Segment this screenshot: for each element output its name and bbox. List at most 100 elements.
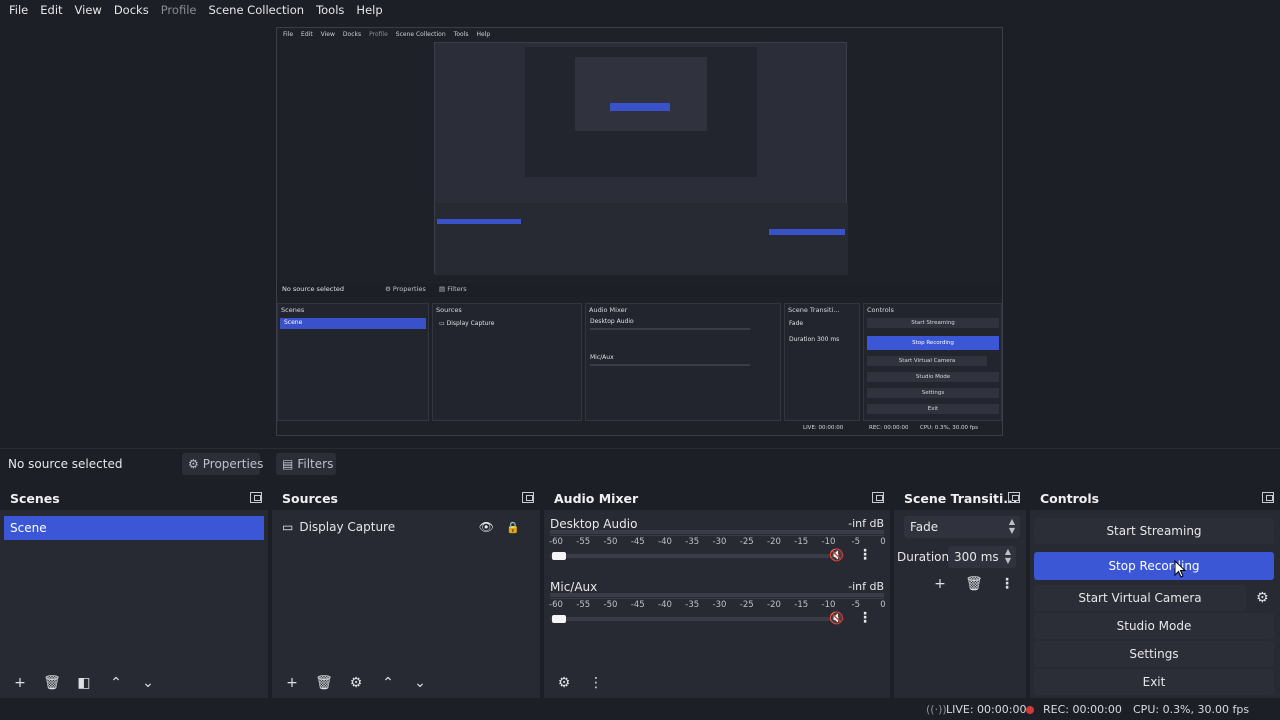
filters-button[interactable]: ▤ Filters [276,453,336,475]
meter-tick-label: -15 [794,600,809,610]
meter-tick-label: -10 [821,537,836,547]
meter-tick-label: -60 [549,537,563,547]
start-streaming-button[interactable]: Start Streaming [1034,518,1274,544]
status-bar: ((·)) LIVE: 00:00:00 REC: 00:00:00 CPU: … [0,700,1280,720]
meter-tick-label: -30 [712,600,727,610]
meter-tick-label: -45 [630,537,645,547]
source-list-item[interactable]: ▭ Display Capture 👁 🔒 [282,516,530,538]
undock-icon[interactable] [1262,492,1274,503]
mirror-status-bar: LIVE: 00:00:00 REC: 00:00:00 CPU: 0.3%, … [803,425,979,431]
transition-menu-icon[interactable]: ⋮ [993,572,1021,596]
filters-label: Filters [297,457,334,471]
studio-mode-button[interactable]: Studio Mode [1034,613,1274,639]
live-timer: LIVE: 00:00:00 [946,703,1027,716]
add-scene-icon[interactable]: + [6,671,34,695]
remove-transition-icon[interactable]: 🗑 [960,572,988,596]
start-virtual-camera-button[interactable]: Start Virtual Camera [1034,585,1246,611]
meter-tick-label: -5 [851,537,860,547]
scene-filters-icon[interactable]: ◧ [70,671,98,695]
undock-icon[interactable] [250,492,262,503]
move-up-icon[interactable]: ⌃ [374,671,402,695]
menu-view[interactable]: View [69,0,108,20]
scene-list-item[interactable]: Scene [4,516,264,540]
mirror-scenes: Scenes Scene [277,303,429,421]
move-up-icon[interactable]: ⌃ [102,671,130,695]
exit-button[interactable]: Exit [1034,669,1274,695]
visibility-eye-icon[interactable]: 👁 [479,520,494,534]
virtual-camera-settings-gear-icon[interactable]: ⚙ [1256,590,1269,606]
undock-icon[interactable] [1008,492,1020,503]
mixer-title: Audio Mixer [554,490,639,506]
stop-recording-button[interactable]: Stop Recording [1034,552,1274,580]
meter-ticks: -60 -55 -50 -45 -40 -35 -30 -25 -20 -15 -10 -5 0 [549,537,886,547]
mirror-preview [434,42,848,275]
advanced-audio-icon[interactable]: ⚙ [550,671,578,695]
lock-icon[interactable]: 🔒 [506,521,520,534]
menu-help[interactable]: Help [350,0,388,20]
meter-tick-label: -25 [739,537,754,547]
volume-meter [550,530,884,536]
transitions-title: Scene Transiti... [904,490,1018,506]
preview-canvas[interactable]: File Edit View Docks Profile Scene Collection… [276,27,1003,436]
spin-arrows-icon: ▲ ▼ [1004,547,1011,565]
add-transition-icon[interactable]: + [926,572,954,596]
scenes-title: Scenes [10,490,60,506]
meter-tick-label: -45 [630,600,645,610]
menu-edit[interactable]: Edit [34,0,68,20]
undock-icon[interactable] [872,492,884,503]
no-signal-icon: ((·)) [926,703,947,716]
scenes-dock-header: Scenes [0,486,268,510]
add-source-icon[interactable]: + [278,671,306,695]
cpu-fps: CPU: 0.3%, 30.00 fps [1133,703,1250,716]
source-properties-icon[interactable]: ⚙ [342,671,370,695]
no-source-label: No source selected [8,457,123,471]
menu-file[interactable]: File [3,0,34,20]
sources-toolbar: + 🗑 ⚙ ⌃ ⌄ [272,668,540,698]
mixer-menu-icon[interactable]: ⋮ [582,671,610,695]
settings-button[interactable]: Settings [1034,641,1274,667]
menu-tools[interactable]: Tools [310,0,350,20]
sources-dock: Sources ▭ Display Capture 👁 🔒 + 🗑 ⚙ ⌃ ⌄ [272,486,540,698]
meter-tick-label: -20 [767,537,781,547]
move-down-icon[interactable]: ⌄ [406,671,434,695]
duration-spinbox[interactable]: 300 ms ▲ ▼ [948,546,1016,568]
monitor-icon: ▭ [282,520,294,534]
remove-source-icon[interactable]: 🗑 [310,671,338,695]
volume-slider-handle[interactable] [552,552,566,560]
preview-area[interactable]: File Edit View Docks Profile Scene Collection… [0,20,1280,444]
move-down-icon[interactable]: ⌄ [134,671,162,695]
meter-tick-label: -20 [767,600,781,610]
select-arrows-icon: ▲ ▼ [1008,517,1015,535]
remove-scene-icon[interactable]: 🗑 [38,671,66,695]
controls-dock: Controls Start Streaming Stop Recording … [1030,486,1280,698]
menu-scene-collection[interactable]: Scene Collection [202,0,310,20]
sources-dock-header: Sources [272,486,540,510]
muted-speaker-icon[interactable]: 🔇 [829,548,844,562]
menu-profile[interactable]: Profile [155,0,203,20]
mouse-cursor-icon [1174,560,1186,578]
volume-slider-track[interactable] [550,617,844,621]
channel-menu-icon[interactable]: ⋮ [858,610,872,626]
meter-tick-label: -40 [658,537,672,547]
properties-button[interactable]: ⚙ Properties [182,453,263,475]
meter-tick-label: 0 [880,537,886,547]
mirror-mixer: Audio Mixer Desktop Audio Mic/Aux [585,303,781,421]
volume-slider-track[interactable] [550,554,844,558]
undock-icon[interactable] [522,492,534,503]
muted-speaker-icon[interactable]: 🔇 [829,611,844,625]
scenes-dock: Scenes Scene + 🗑 ◧ ⌃ ⌄ [0,486,268,698]
meter-tick-label: -55 [576,537,591,547]
meter-tick-label: -30 [712,537,727,547]
duration-label: Duration [897,550,950,564]
channel-menu-icon[interactable]: ⋮ [858,547,872,563]
meter-tick-label: -5 [851,600,860,610]
menu-docks[interactable]: Docks [108,0,155,20]
transition-select[interactable]: Fade ▲ ▼ [904,516,1020,538]
scene-transitions-dock: Scene Transiti... Fade ▲ ▼ Duration 300 m… [894,486,1026,698]
source-name: Display Capture [299,520,396,534]
meter-tick-label: -50 [603,537,618,547]
mirror-sources: Sources ▭ Display Capture [432,303,582,421]
volume-slider-handle[interactable] [552,615,566,623]
properties-label: Properties [202,457,264,471]
meter-tick-label: -25 [739,600,754,610]
